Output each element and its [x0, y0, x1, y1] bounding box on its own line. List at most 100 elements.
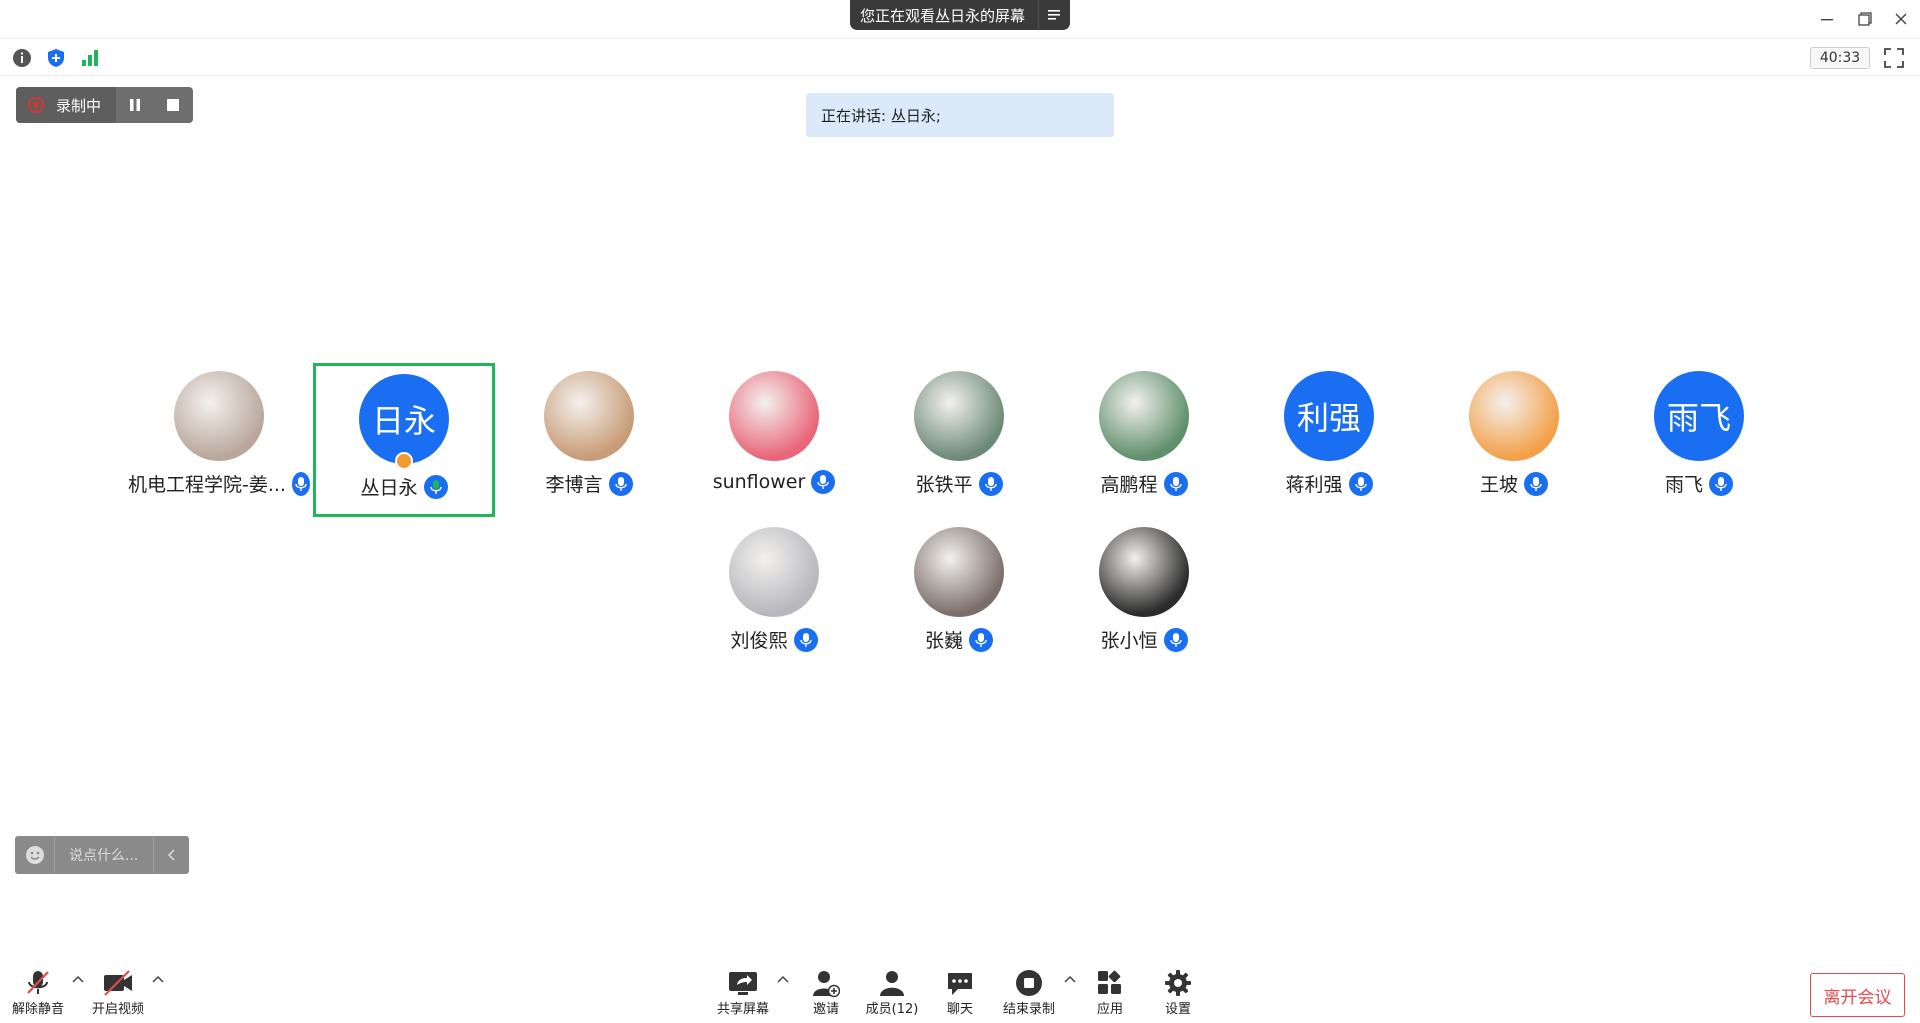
participant-tile[interactable]: 王坡 [1423, 363, 1605, 517]
participant-name: sunflower [712, 471, 806, 493]
emoji-icon[interactable] [15, 836, 55, 874]
gear-icon [1162, 968, 1194, 998]
signal-strength-icon[interactable] [80, 48, 100, 68]
avatar-initials: 日永 [359, 374, 449, 464]
screen-share-banner[interactable]: 您正在观看丛日永的屏幕 [850, 0, 1070, 30]
participant-name-row: 张铁平 [868, 470, 1050, 497]
restore-icon[interactable] [1852, 6, 1878, 32]
title-bar: 您正在观看丛日永的屏幕 [0, 0, 1920, 38]
mic-status-icon [608, 471, 633, 496]
participant-tile[interactable]: 张巍 [868, 519, 1050, 673]
participant-name: 机电工程学院-姜... [128, 474, 286, 496]
participant-name: 高鹏程 [1100, 474, 1158, 496]
share-options-caret-icon[interactable] [777, 972, 791, 986]
mic-status-icon [811, 470, 836, 494]
chat-placeholder[interactable]: 说点什么... [55, 845, 153, 865]
participant-tile[interactable]: 日永 丛日永 [313, 363, 495, 517]
start-video-label: 开启视频 [91, 1002, 144, 1017]
participant-name-row: 雨飞 [1608, 470, 1790, 497]
host-badge-icon [395, 452, 413, 470]
participant-name-row: 蒋利强 [1238, 470, 1420, 497]
participant-name-row: 李博言 [498, 470, 680, 497]
share-screen-button[interactable]: 共享屏幕 [712, 968, 774, 1018]
record-options-caret-icon[interactable] [1064, 972, 1078, 986]
participant-name: 蒋利强 [1285, 474, 1343, 496]
participant-tile[interactable]: sunflower [683, 363, 865, 517]
fullscreen-icon[interactable] [1883, 47, 1905, 69]
settings-button[interactable]: 设置 [1158, 968, 1198, 1018]
avatar-photo [1099, 371, 1189, 461]
participant-tile[interactable]: 机电工程学院-姜... [128, 363, 310, 517]
participant-name-row: 机电工程学院-姜... [128, 470, 310, 497]
participant-name: 王坡 [1479, 474, 1518, 496]
mic-status-icon [793, 627, 818, 652]
chat-button[interactable]: 聊天 [940, 968, 980, 1018]
share-screen-label: 共享屏幕 [716, 1002, 769, 1017]
participant-name: 张铁平 [915, 474, 973, 496]
unmute-label: 解除静音 [11, 1002, 64, 1017]
mic-status-icon [1524, 471, 1548, 496]
muted-mic-icon [22, 968, 54, 998]
participant-name-row: 张小恒 [1053, 626, 1235, 653]
participant-name: 刘俊熙 [730, 630, 788, 652]
stop-recording-button[interactable] [154, 87, 192, 123]
chevron-left-icon[interactable] [153, 836, 189, 874]
participant-name-row: 张巍 [868, 626, 1050, 653]
start-video-button[interactable]: 开启视频 [90, 968, 146, 1018]
audio-options-caret-icon[interactable] [72, 972, 86, 986]
avatar-photo [914, 527, 1004, 617]
participant-tile[interactable]: 张小恒 [1053, 519, 1235, 673]
video-off-icon [102, 968, 134, 998]
avatar-photo [914, 371, 1004, 461]
close-icon[interactable] [1888, 6, 1914, 32]
end-recording-button[interactable]: 结束录制 [1000, 968, 1058, 1018]
avatar-photo [544, 371, 634, 461]
mic-status-icon [291, 471, 310, 496]
avatar-initials: 雨飞 [1654, 371, 1744, 461]
chat-quick-input[interactable]: 说点什么... [15, 836, 189, 874]
invite-button[interactable]: 邀请 [806, 968, 846, 1018]
participant-name: 李博言 [545, 474, 603, 496]
participant-tile[interactable]: 高鹏程 [1053, 363, 1235, 517]
participant-tile[interactable]: 李博言 [498, 363, 680, 517]
participant-tile[interactable]: 张铁平 [868, 363, 1050, 517]
chat-label: 聊天 [946, 1002, 973, 1017]
screen-share-text: 您正在观看丛日永的屏幕 [860, 6, 1026, 25]
recording-indicator: 录制中 [16, 87, 193, 123]
recording-label: 录制中 [56, 96, 102, 115]
apps-label: 应用 [1096, 1002, 1123, 1017]
participant-name-row: 丛日永 [316, 473, 492, 500]
speaking-indicator: 正在讲话: 丛日永; [806, 93, 1114, 137]
minimize-icon[interactable] [1814, 6, 1840, 32]
participant-name: 张巍 [924, 630, 963, 652]
participant-name-row: 刘俊熙 [683, 626, 865, 653]
avatar-initials: 利强 [1284, 371, 1374, 461]
mic-status-icon [1348, 471, 1373, 496]
settings-label: 设置 [1164, 1002, 1191, 1017]
chat-bubble-icon [944, 968, 976, 998]
meeting-timer: 40:33 [1810, 47, 1870, 69]
mic-status-icon [423, 474, 448, 499]
shield-icon[interactable] [46, 48, 66, 68]
avatar-photo [1099, 527, 1189, 617]
apps-grid-icon [1094, 968, 1126, 998]
participant-name: 雨飞 [1664, 474, 1703, 496]
avatar-photo [1469, 371, 1559, 461]
avatar-photo [729, 371, 819, 461]
share-screen-icon [727, 968, 759, 998]
participant-tile[interactable]: 利强 蒋利强 [1238, 363, 1420, 517]
pause-recording-button[interactable] [116, 87, 154, 123]
apps-button[interactable]: 应用 [1090, 968, 1130, 1018]
leave-meeting-button[interactable]: 离开会议 [1810, 973, 1905, 1017]
recording-status: 录制中 [16, 87, 116, 123]
video-options-caret-icon[interactable] [152, 972, 166, 986]
info-icon[interactable] [12, 48, 32, 68]
banner-menu-icon[interactable] [1038, 0, 1070, 30]
members-label: 成员(12) [865, 1002, 919, 1017]
participant-tile[interactable]: 刘俊熙 [683, 519, 865, 673]
mic-status-icon [1163, 627, 1188, 652]
members-button[interactable]: 成员(12) [862, 968, 922, 1018]
participant-tile[interactable]: 雨飞 雨飞 [1608, 363, 1790, 517]
unmute-button[interactable]: 解除静音 [10, 968, 66, 1018]
meeting-control-bar: 解除静音 开启视频 共享屏幕 邀请 成员(12) 聊天 结束录制 应用 设置 [0, 960, 1920, 1023]
